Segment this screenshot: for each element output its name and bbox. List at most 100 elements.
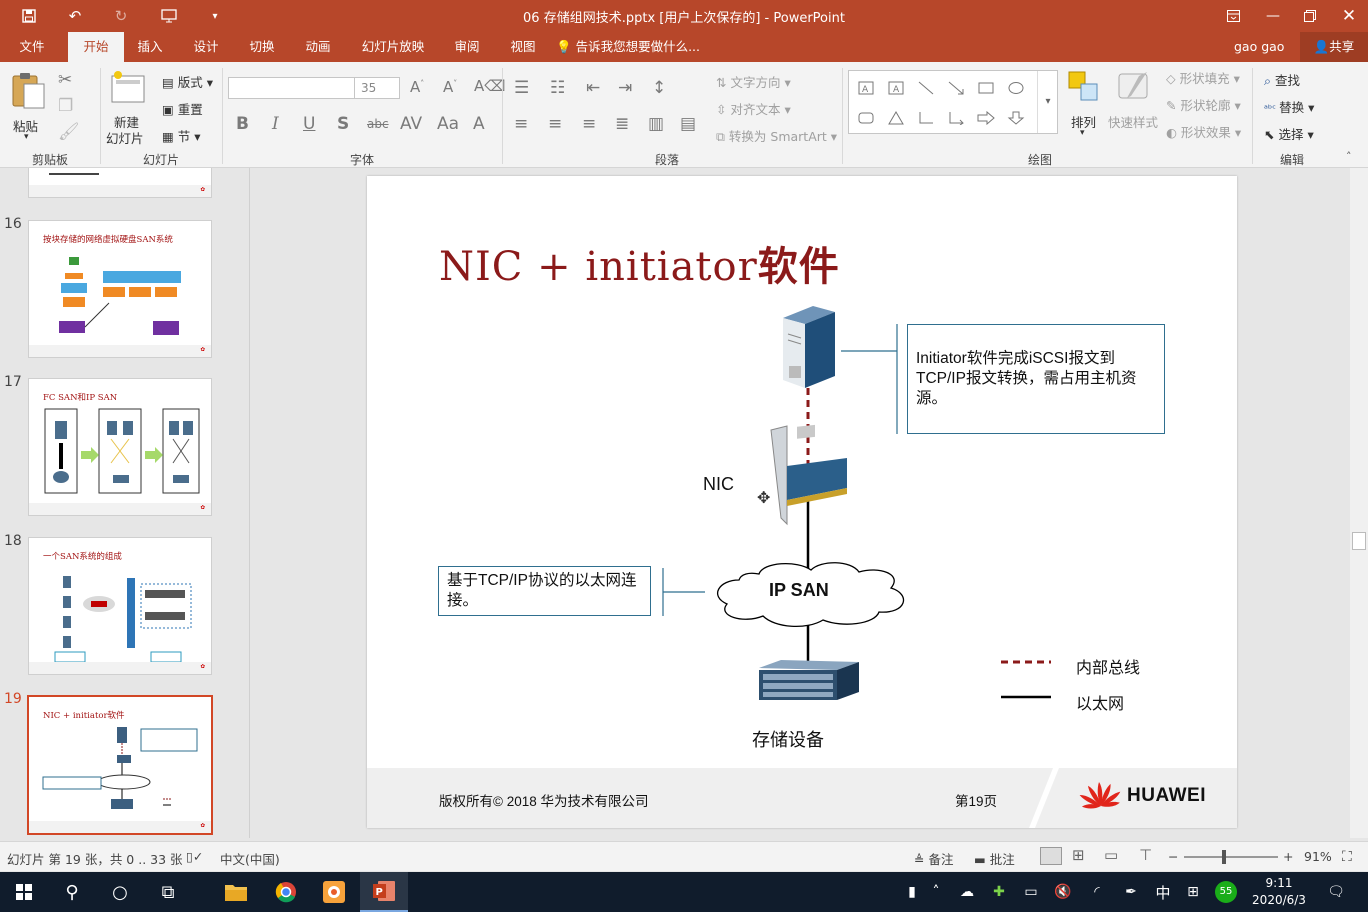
bullets-icon[interactable]: ☰ — [514, 78, 529, 98]
rounded-rect-shape-icon[interactable] — [857, 111, 875, 125]
gallery-scroll-icon[interactable]: ▾ — [1037, 71, 1058, 133]
storage-label[interactable]: 存储设备 — [752, 726, 824, 752]
wifi-icon[interactable]: ◜ — [1086, 872, 1108, 912]
line-spacing-icon[interactable]: ↕ — [652, 78, 666, 98]
ip-san-label[interactable]: IP SAN — [769, 580, 829, 601]
zoom-slider-thumb[interactable] — [1222, 850, 1226, 864]
windows-start-icon[interactable] — [0, 872, 48, 912]
elbow-arrow-shape-icon[interactable] — [947, 111, 965, 125]
tab-slideshow[interactable]: 幻灯片放映 — [352, 32, 434, 62]
zoom-level[interactable]: 91% — [1304, 849, 1332, 864]
increase-indent-icon[interactable]: ⇥ — [618, 78, 632, 98]
legend-internal-bus-label[interactable]: 内部总线 — [1076, 654, 1140, 678]
cortana-icon[interactable]: ○ — [96, 872, 144, 912]
arrow-line-shape-icon[interactable] — [947, 81, 965, 95]
clock[interactable]: 9:11 2020/6/3 — [1246, 875, 1312, 909]
task-view-icon[interactable]: ⧉ — [144, 872, 192, 912]
shape-outline-button[interactable]: ✎ 形状轮廓 ▾ — [1166, 95, 1241, 114]
network-diagram[interactable] — [367, 176, 1237, 768]
slide-thumbnail-pane[interactable]: ✿ 16 按块存储的网络虚拟硬盘SAN系统 ✿ 17 FC SAN和IP SAN… — [0, 168, 250, 838]
zoom-out-button[interactable]: − — [1168, 849, 1178, 864]
security-app-icon[interactable]: ✚ — [988, 872, 1010, 912]
slide-scrollbar[interactable] — [1350, 168, 1368, 838]
share-button[interactable]: 👤共享 — [1300, 32, 1368, 62]
start-slideshow-icon[interactable] — [146, 0, 192, 32]
shape-fill-button[interactable]: ◇ 形状填充 ▾ — [1166, 68, 1240, 87]
format-painter-icon[interactable]: 🖌 — [58, 122, 80, 142]
scrollbar-thumb[interactable] — [1352, 532, 1366, 550]
reset-button[interactable]: ▣ 重置 — [162, 99, 203, 118]
slide-sorter-icon[interactable]: ⊞ — [1072, 846, 1085, 864]
paste-button[interactable]: 粘贴 ▾ — [8, 68, 48, 144]
nic-label[interactable]: NIC — [703, 474, 734, 495]
down-arrow-shape-icon[interactable] — [1007, 111, 1025, 125]
section-button[interactable]: ▦ 节 ▾ — [162, 126, 201, 145]
italic-icon[interactable]: I — [272, 114, 279, 134]
justify-icon[interactable]: ≣ — [615, 114, 629, 134]
tab-insert[interactable]: 插入 — [124, 32, 176, 62]
align-text-button[interactable]: ⇳ 对齐文本 ▾ — [716, 99, 791, 118]
text-box-shape-icon[interactable]: A — [857, 81, 875, 95]
volume-muted-icon[interactable]: 🔇 — [1052, 872, 1074, 912]
bold-icon[interactable]: B — [236, 114, 249, 134]
ethernet-callout[interactable]: 基于TCP/IP协议的以太网连接。 — [438, 566, 651, 616]
find-button[interactable]: ⌕ 查找 — [1264, 70, 1300, 89]
quick-styles-button[interactable]: 快速样式 — [1106, 68, 1162, 144]
notes-button[interactable]: ≜ 备注 — [914, 849, 953, 868]
battery-app-icon[interactable]: ▮ — [904, 872, 920, 912]
columns-icon[interactable]: ▥ — [648, 114, 664, 134]
convert-smartart-button[interactable]: ⧉ 转换为 SmartArt ▾ — [716, 126, 837, 145]
redo-icon[interactable]: ↻ — [98, 0, 144, 32]
numbering-icon[interactable]: ☷ — [550, 78, 565, 98]
tab-home[interactable]: 开始 — [68, 32, 124, 62]
slide-thumbnail-16[interactable]: 按块存储的网络虚拟硬盘SAN系统 ✿ — [28, 220, 212, 358]
collapse-ribbon-icon[interactable]: ˄ — [1346, 150, 1352, 163]
tab-transitions[interactable]: 切换 — [236, 32, 288, 62]
distributed-icon[interactable]: ▤ — [680, 114, 696, 134]
underline-icon[interactable]: U — [303, 114, 315, 134]
rectangle-shape-icon[interactable] — [977, 81, 995, 95]
slide-thumbnail-15[interactable]: ✿ — [28, 168, 212, 198]
slide-thumbnail-19[interactable]: NIC + initiator软件 ✿ — [27, 695, 213, 835]
powerpoint-taskbar-icon[interactable]: P — [360, 872, 408, 912]
spell-check-icon[interactable]: ▯✓ — [186, 849, 203, 864]
badge-app-icon[interactable]: 55 — [1214, 872, 1238, 912]
tab-design[interactable]: 设计 — [180, 32, 232, 62]
comments-button[interactable]: ▬ 批注 — [974, 849, 1015, 868]
right-arrow-shape-icon[interactable] — [977, 111, 995, 125]
paint-app-icon[interactable] — [310, 872, 358, 912]
slide-count-status[interactable]: 幻灯片 第 19 张，共 0 .. 33 张 — [7, 849, 183, 868]
select-button[interactable]: ⬉ 选择 ▾ — [1264, 124, 1314, 143]
pen-workspace-icon[interactable]: ✒ — [1120, 872, 1142, 912]
keyboard-layout-icon[interactable]: ⊞ — [1182, 872, 1204, 912]
onedrive-icon[interactable]: ☁ — [956, 872, 978, 912]
tab-review[interactable]: 审阅 — [442, 32, 492, 62]
font-size-input[interactable]: 35 — [354, 77, 400, 99]
line-shape-icon[interactable] — [917, 81, 935, 95]
zoom-slider[interactable] — [1184, 850, 1278, 864]
arrange-button[interactable]: 排列 ▾ — [1064, 68, 1104, 144]
user-name[interactable]: gao gao — [1234, 32, 1284, 62]
zoom-in-button[interactable]: + — [1283, 849, 1293, 864]
tab-view[interactable]: 视图 — [498, 32, 548, 62]
vertical-text-box-shape-icon[interactable]: A — [887, 81, 905, 95]
slideshow-view-icon[interactable]: ⊤ — [1139, 846, 1152, 864]
replace-button[interactable]: ᵃᵇᶜ 替换 ▾ — [1264, 97, 1314, 116]
oval-shape-icon[interactable] — [1007, 81, 1025, 95]
shapes-gallery[interactable]: A A ▾ — [848, 70, 1058, 134]
character-spacing-icon[interactable]: AV — [400, 114, 422, 134]
elbow-connector-shape-icon[interactable] — [917, 111, 935, 125]
reading-view-icon[interactable]: ▭ — [1104, 846, 1118, 864]
tab-animations[interactable]: 动画 — [292, 32, 344, 62]
align-center-icon[interactable]: ≡ — [548, 114, 562, 134]
customize-qat-icon[interactable]: ▾ — [192, 0, 238, 32]
slide-thumbnail-18[interactable]: 一个SAN系统的组成 ✿ — [28, 537, 212, 675]
font-name-input[interactable] — [228, 77, 356, 99]
new-slide-button[interactable]: 新建 幻灯片 — [104, 68, 154, 148]
undo-icon[interactable]: ↶ — [52, 0, 98, 32]
pane-divider[interactable] — [249, 168, 250, 838]
search-icon[interactable]: ⚲ — [48, 872, 96, 912]
triangle-shape-icon[interactable] — [887, 111, 905, 125]
layout-button[interactable]: ▤ 版式 ▾ — [162, 72, 213, 91]
tell-me-box[interactable]: 💡 告诉我您想要做什么... — [556, 32, 700, 62]
